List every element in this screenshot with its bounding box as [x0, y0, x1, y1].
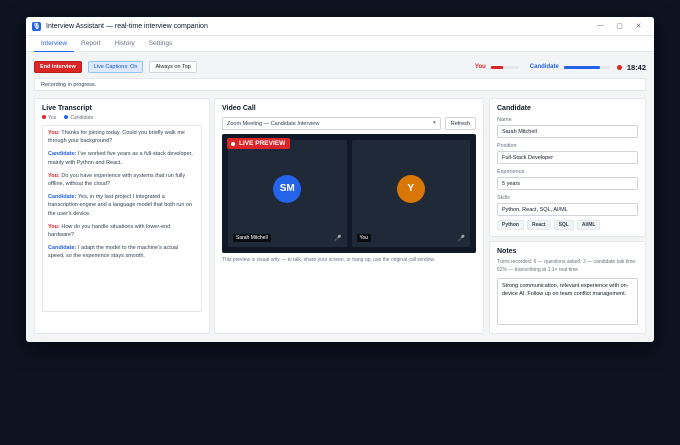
- skill-chip[interactable]: SQL: [553, 220, 574, 230]
- skills-field[interactable]: Python, React, SQL, AI/ML: [497, 203, 638, 216]
- candidate-panel: Candidate Name Sarah Mitchell Position F…: [489, 98, 646, 237]
- end-interview-button[interactable]: End Interview: [34, 61, 82, 73]
- microphone-icon: 🎤: [334, 236, 342, 242]
- legend-candidate: Candidate: [64, 115, 93, 121]
- you-dot-icon: [42, 115, 46, 119]
- video-call-panel: Video Call Zoom Meeting — Candidate Inte…: [214, 98, 484, 334]
- transcript-message: You: Do you have experience with systems…: [48, 172, 196, 188]
- candidate-level-fill: [563, 65, 600, 69]
- legend-candidate-label: Candidate: [70, 115, 94, 121]
- chevron-down-icon: ▾: [432, 120, 436, 126]
- participant-name: Sarah Mitchell: [233, 234, 271, 242]
- skill-chip[interactable]: AI/ML: [576, 220, 601, 230]
- participant-tile: SM Sarah Mitchell 🎤: [228, 140, 347, 247]
- name-field[interactable]: Sarah Mitchell: [497, 125, 638, 138]
- candidate-meter-label: Candidate: [529, 64, 559, 70]
- transcript-list[interactable]: You: Thanks for joining today. Could you…: [42, 125, 202, 312]
- maximize-button[interactable]: ▢: [610, 22, 629, 30]
- transcript-legend: You Candidate: [42, 115, 202, 121]
- recording-indicator-icon: [616, 64, 622, 70]
- video-preview-note: This preview is visual only — to talk, s…: [222, 257, 436, 263]
- legend-you: You: [42, 115, 56, 121]
- experience-label: Experience: [497, 169, 525, 175]
- message-text: How do you handle situations with lower-…: [48, 223, 171, 239]
- notes-textarea[interactable]: Strong communication, relevant experienc…: [497, 278, 638, 325]
- transcript-message: Candidate: I adapt the model to the mach…: [48, 244, 196, 260]
- tab-bar: Interview Report History Settings: [26, 36, 654, 52]
- title-bar: 🎙 Interview Assistant — real-time interv…: [26, 17, 654, 36]
- speaker-label: Candidate:: [48, 151, 77, 158]
- tab-interview[interactable]: Interview: [34, 36, 75, 52]
- close-button[interactable]: ✕: [629, 22, 648, 30]
- call-source-value: Zoom Meeting — Candidate Interview: [227, 121, 320, 127]
- candidate-title: Candidate: [497, 105, 531, 112]
- live-dot-icon: [231, 141, 235, 146]
- call-source-select[interactable]: Zoom Meeting — Candidate Interview ▾: [222, 117, 441, 130]
- notes-title: Notes: [497, 248, 517, 255]
- audio-meters: You Candidate 18:42: [475, 63, 646, 72]
- skill-chips: Python React SQL AI/ML: [497, 220, 638, 230]
- you-meter-label: You: [474, 64, 486, 70]
- transcript-message: You: Thanks for joining today. Could you…: [48, 129, 196, 145]
- you-level-meter: [490, 65, 519, 69]
- skill-chip[interactable]: Python: [497, 220, 524, 230]
- speaker-label: You:: [48, 223, 60, 230]
- window-title: Interview Assistant — real-time intervie…: [46, 22, 208, 30]
- candidate-level-meter: [563, 65, 610, 69]
- speaker-label: You:: [48, 172, 60, 179]
- live-preview-label: LIVE PREVIEW: [239, 140, 286, 147]
- message-text: Thanks for joining today. Could you brie…: [48, 130, 185, 145]
- skill-chip[interactable]: React: [526, 220, 551, 230]
- avatar: Y: [396, 174, 425, 203]
- you-level-fill: [490, 65, 504, 69]
- interview-stats: Turns recorded: 6 — questions asked: 3 —…: [497, 259, 637, 273]
- status-bar: Recording in progress.: [34, 78, 646, 91]
- name-label: Name: [497, 117, 512, 123]
- video-preview: LIVE PREVIEW SM Sarah Mitchell 🎤 Y You 🎤: [222, 134, 476, 253]
- speaker-label: Candidate:: [48, 245, 77, 252]
- app-window: 🎙 Interview Assistant — real-time interv…: [26, 17, 654, 342]
- transcript-message: You: How do you handle situations with l…: [48, 223, 196, 239]
- speaker-label: Candidate:: [48, 194, 77, 201]
- live-captions-toggle[interactable]: Live Captions: On: [87, 61, 144, 73]
- always-on-top-toggle[interactable]: Always on Top: [149, 61, 197, 73]
- transcript-panel: Live Transcript You Candidate You: Thank…: [34, 98, 210, 334]
- live-preview-badge: LIVE PREVIEW: [227, 138, 291, 149]
- message-text: Do you have experience with systems that…: [48, 172, 186, 188]
- experience-field[interactable]: 5 years: [497, 177, 638, 190]
- tab-report[interactable]: Report: [74, 36, 108, 52]
- participant-name: You: [356, 234, 371, 242]
- skills-label: Skills: [497, 195, 510, 201]
- tab-history[interactable]: History: [108, 36, 142, 52]
- transcript-message: Candidate: I've worked five years as a f…: [48, 150, 196, 166]
- minimize-button[interactable]: —: [591, 22, 610, 30]
- participant-tile: Y You 🎤: [351, 140, 470, 247]
- microphone-icon: 🎤: [457, 236, 465, 242]
- position-field[interactable]: Full-Stack Developer: [497, 151, 638, 164]
- position-label: Position: [497, 143, 517, 149]
- notes-panel: Notes Turns recorded: 6 — questions aske…: [489, 241, 646, 334]
- microphone-icon: 🎙: [32, 21, 41, 31]
- avatar: SM: [273, 174, 302, 203]
- tab-settings[interactable]: Settings: [142, 36, 180, 52]
- transcript-title: Live Transcript: [42, 105, 92, 112]
- toolbar: End Interview Live Captions: On Always o…: [34, 60, 646, 74]
- transcript-message: Candidate: Yes, in my last project I int…: [48, 193, 196, 218]
- video-call-title: Video Call: [222, 105, 256, 112]
- refresh-button[interactable]: Refresh: [444, 117, 476, 130]
- elapsed-timer: 18:42: [626, 62, 646, 72]
- candidate-dot-icon: [64, 115, 69, 119]
- legend-you-label: You: [48, 115, 57, 121]
- speaker-label: You:: [48, 130, 60, 136]
